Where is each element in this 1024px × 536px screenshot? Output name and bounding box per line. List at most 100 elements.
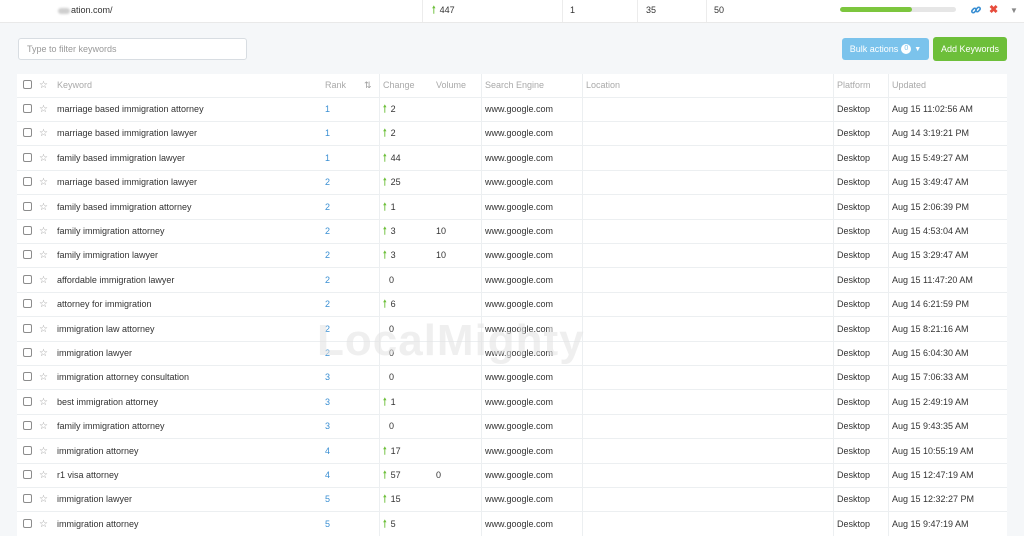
- star-icon[interactable]: ☆: [39, 171, 48, 194]
- chevron-down-icon[interactable]: ▼: [1010, 3, 1018, 19]
- bulk-actions-button[interactable]: Bulk actions 0 ▼: [842, 38, 929, 60]
- star-icon[interactable]: ☆: [39, 464, 48, 487]
- column-keyword[interactable]: Keyword: [57, 74, 92, 97]
- row-checkbox[interactable]: [23, 421, 32, 431]
- search-engine-cell: www.google.com: [485, 421, 554, 432]
- row-checkbox[interactable]: [23, 177, 32, 187]
- table-row[interactable]: ☆ family based immigration lawyer 1 🠑 44 www.…: [17, 147, 1007, 171]
- column-platform[interactable]: Platform: [837, 74, 871, 97]
- filter-keywords-input[interactable]: [18, 38, 247, 60]
- table-row[interactable]: ☆ immigration law attorney 2 0 www.google.co…: [17, 318, 1007, 342]
- rank-cell[interactable]: 2: [325, 342, 330, 365]
- rank-cell[interactable]: 5: [325, 488, 330, 511]
- table-row[interactable]: ☆ affordable immigration lawyer 2 0 www.goog…: [17, 269, 1007, 293]
- column-location[interactable]: Location: [586, 74, 620, 97]
- row-checkbox[interactable]: [23, 104, 32, 113]
- table-row[interactable]: ☆ marriage based immigration attorney 1 🠑 2 w…: [17, 98, 1007, 122]
- row-checkbox[interactable]: [23, 274, 32, 284]
- row-checkbox[interactable]: [23, 470, 32, 479]
- star-icon[interactable]: ☆: [39, 122, 48, 145]
- rank-cell[interactable]: 3: [325, 366, 330, 389]
- table-row[interactable]: ☆ r1 visa attorney 4 🠑 57 0 www.google.com Desk…: [17, 464, 1007, 488]
- star-icon[interactable]: ☆: [39, 293, 48, 316]
- rank-cell[interactable]: 2: [325, 220, 330, 243]
- divider: [706, 0, 707, 22]
- search-engine-cell: www.google.com: [485, 372, 554, 383]
- sort-icon[interactable]: ⇅: [364, 74, 372, 97]
- star-icon[interactable]: ☆: [39, 513, 48, 536]
- rank-cell[interactable]: 2: [325, 244, 330, 267]
- star-icon[interactable]: ☆: [39, 196, 48, 219]
- select-all-checkbox[interactable]: [23, 80, 32, 89]
- rank-cell[interactable]: 2: [325, 171, 330, 194]
- rank-cell[interactable]: 2: [325, 293, 330, 316]
- rank-cell[interactable]: 2: [325, 318, 330, 341]
- rank-cell[interactable]: 2: [325, 269, 330, 292]
- star-icon[interactable]: ☆: [39, 269, 48, 292]
- rank-cell[interactable]: 3: [325, 391, 330, 414]
- table-row[interactable]: ☆ marriage based immigration lawyer 1 🠑 2 www…: [17, 122, 1007, 147]
- table-row[interactable]: ☆ family immigration lawyer 2 🠑 3 10 www.googl…: [17, 244, 1007, 269]
- rank-cell[interactable]: 2: [325, 196, 330, 219]
- table-row[interactable]: ☆ immigration lawyer 5 🠑 15 www.google.com Des…: [17, 488, 1007, 513]
- row-checkbox[interactable]: [23, 494, 32, 504]
- table-row[interactable]: ☆ immigration lawyer 2 0 www.google.com Deskt…: [17, 342, 1007, 366]
- top-url[interactable]: ation.com/: [58, 0, 113, 22]
- star-icon[interactable]: ☆: [39, 147, 48, 170]
- rank-cell[interactable]: 1: [325, 98, 330, 121]
- arrow-up-icon: 🠑: [383, 470, 387, 481]
- table-row[interactable]: ☆ immigration attorney 5 🠑 5 www.google.com De…: [17, 513, 1007, 536]
- search-engine-cell: www.google.com: [485, 128, 554, 139]
- row-checkbox[interactable]: [23, 323, 32, 333]
- table-row[interactable]: ☆ marriage based immigration lawyer 2 🠑 25 ww…: [17, 171, 1007, 196]
- row-checkbox[interactable]: [23, 226, 32, 235]
- search-engine-cell: www.google.com: [485, 299, 554, 310]
- star-icon[interactable]: ☆: [39, 318, 48, 341]
- keyword-cell: marriage based immigration lawyer: [57, 177, 198, 188]
- volume-cell: 10: [436, 250, 447, 261]
- rank-cell[interactable]: 5: [325, 513, 330, 536]
- row-checkbox[interactable]: [23, 372, 32, 382]
- row-checkbox[interactable]: [23, 518, 32, 528]
- arrow-up-icon: 🠑: [383, 518, 387, 530]
- row-checkbox[interactable]: [23, 445, 32, 455]
- close-icon[interactable]: ✖: [989, 2, 998, 18]
- row-checkbox[interactable]: [23, 299, 32, 309]
- star-icon[interactable]: ☆: [39, 488, 48, 511]
- row-checkbox[interactable]: [23, 201, 32, 211]
- table-row[interactable]: ☆ immigration attorney consultation 3 0 www.…: [17, 366, 1007, 391]
- link-icon[interactable]: [970, 4, 982, 16]
- row-checkbox[interactable]: [23, 152, 32, 162]
- rank-cell[interactable]: 4: [325, 440, 330, 463]
- platform-cell: Desktop: [837, 104, 871, 114]
- star-icon[interactable]: ☆: [39, 244, 48, 267]
- rank-cell[interactable]: 3: [325, 415, 330, 438]
- star-icon[interactable]: ☆: [39, 440, 48, 463]
- table-row[interactable]: ☆ family based immigration attorney 2 🠑 1 www…: [17, 196, 1007, 220]
- row-checkbox[interactable]: [23, 250, 32, 260]
- table-row[interactable]: ☆ family immigration attorney 2 🠑 3 10 www.goo…: [17, 220, 1007, 244]
- table-row[interactable]: ☆ best immigration attorney 3 🠑 1 www.google.…: [17, 391, 1007, 415]
- rank-cell[interactable]: 1: [325, 122, 330, 145]
- table-row[interactable]: ☆ family immigration attorney 3 0 www.google…: [17, 415, 1007, 440]
- star-icon[interactable]: ☆: [39, 98, 48, 121]
- star-icon[interactable]: ☆: [39, 220, 48, 243]
- table-row[interactable]: ☆ attorney for immigration 2 🠑 6 www.google.c…: [17, 293, 1007, 318]
- column-updated[interactable]: Updated: [892, 74, 926, 97]
- star-icon[interactable]: ☆: [39, 342, 48, 365]
- row-checkbox[interactable]: [23, 396, 32, 406]
- column-change[interactable]: Change: [383, 74, 415, 97]
- column-volume[interactable]: Volume: [436, 74, 466, 97]
- row-checkbox[interactable]: [23, 128, 32, 138]
- rank-cell[interactable]: 4: [325, 464, 330, 487]
- table-row[interactable]: ☆ immigration attorney 4 🠑 17 www.google.com D…: [17, 440, 1007, 464]
- column-rank[interactable]: Rank: [325, 74, 346, 97]
- star-icon[interactable]: ☆: [39, 391, 48, 414]
- rank-cell[interactable]: 1: [325, 147, 330, 170]
- add-keywords-button[interactable]: Add Keywords: [933, 37, 1007, 61]
- keyword-cell: family based immigration attorney: [57, 201, 192, 212]
- star-icon[interactable]: ☆: [39, 415, 48, 438]
- row-checkbox[interactable]: [23, 348, 32, 357]
- column-search-engine[interactable]: Search Engine: [485, 74, 544, 97]
- star-icon[interactable]: ☆: [39, 366, 48, 389]
